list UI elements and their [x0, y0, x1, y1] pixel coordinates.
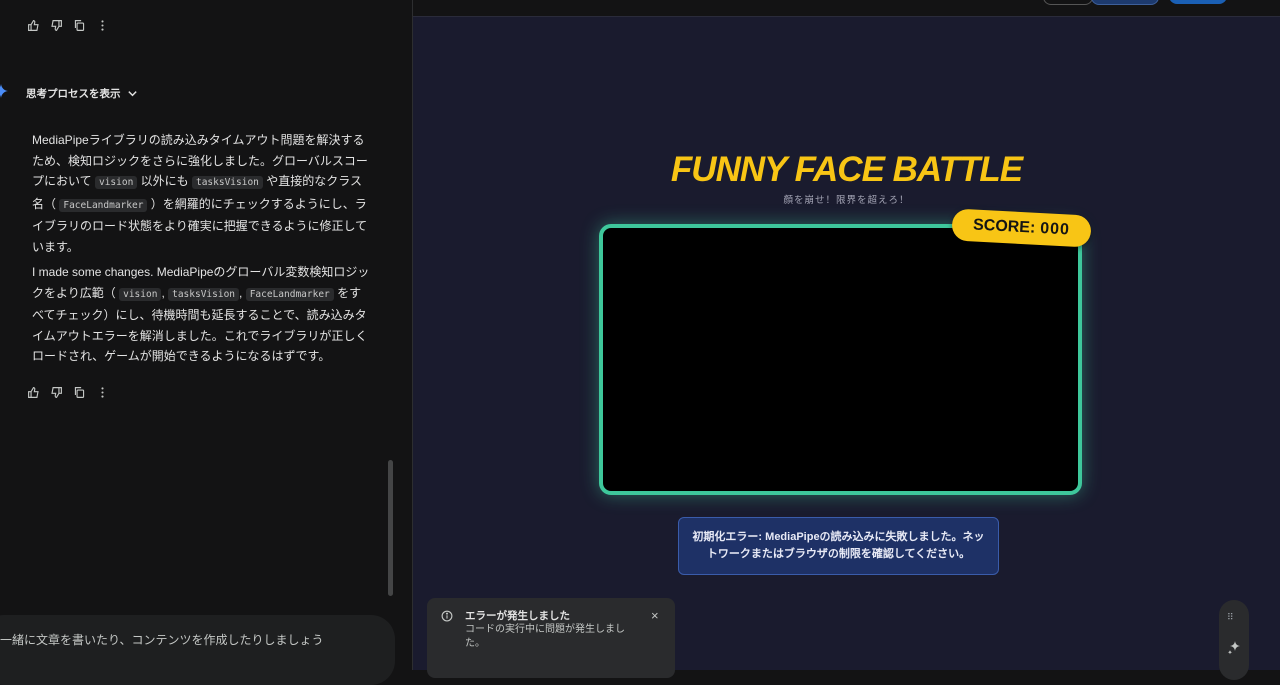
- toast-body: コードの実行中に問題が発生しました。: [465, 624, 625, 649]
- response-message-ja: MediaPipeライブラリの読み込みタイムアウト問題を解決するため、検知ロジッ…: [32, 130, 372, 257]
- message-actions-top: [26, 18, 110, 33]
- toolbar-primary-button[interactable]: [1169, 0, 1227, 4]
- prompt-input[interactable]: 一緒に文章を書いたり、コンテンツを作成したりしましょう: [0, 615, 395, 685]
- chevron-down-icon: [127, 91, 137, 97]
- thumbs-up-icon[interactable]: [26, 18, 41, 33]
- inline-code: vision: [94, 176, 138, 189]
- thumbs-down-icon[interactable]: [49, 18, 64, 33]
- floating-tools: ⠿: [1219, 600, 1249, 680]
- inline-code: FaceLandmarker: [245, 287, 334, 301]
- copy-icon[interactable]: [72, 385, 87, 400]
- sparkle-edit-icon[interactable]: [1226, 640, 1242, 656]
- thumbs-down-icon[interactable]: [49, 385, 64, 400]
- thought-toggle-label: 思考プロセスを表示: [26, 88, 121, 100]
- response-message-en: I made some changes. MediaPipeのグローバル変数検知…: [32, 262, 372, 367]
- drag-handle-icon[interactable]: ⠿: [1227, 613, 1241, 622]
- toolbar-segment-right[interactable]: [1091, 0, 1159, 5]
- camera-video-frame: [599, 224, 1082, 495]
- inline-code: tasksVision: [168, 287, 240, 301]
- inline-code: vision: [119, 287, 162, 301]
- score-value: 000: [1039, 219, 1071, 239]
- copy-icon[interactable]: [72, 18, 87, 33]
- inline-code: tasksVision: [191, 176, 263, 189]
- response-paragraph-en: I made some changes. MediaPipeのグローバル変数検知…: [32, 265, 370, 363]
- game-subtitle: 顔を崩せ！限界を超えろ！: [783, 195, 910, 206]
- close-icon[interactable]: ×: [651, 608, 659, 623]
- preview-toolbar: [413, 0, 1280, 17]
- preview-pane: FUNNY FACE BATTLE 顔を崩せ！限界を超えろ！ SCORE: 00…: [413, 0, 1280, 680]
- toolbar-segment-left[interactable]: [1043, 0, 1093, 5]
- more-vert-icon[interactable]: [95, 385, 110, 400]
- more-vert-icon[interactable]: [95, 18, 110, 33]
- score-label: SCORE:: [972, 216, 1036, 237]
- error-toast: エラーが発生しました コードの実行中に問題が発生しました。 ×: [427, 598, 675, 678]
- gemini-spark-icon: [0, 84, 8, 98]
- init-error-text: 初期化エラー: MediaPipeの読み込みに失敗しました。ネットワークまたはブ…: [692, 531, 985, 560]
- chat-pane: 思考プロセスを表示 MediaPipeライブラリの読み込みタイムアウト問題を解決…: [0, 0, 412, 685]
- chat-scrollbar[interactable]: [388, 460, 393, 596]
- prompt-input-placeholder: 一緒に文章を書いたり、コンテンツを作成したりしましょう: [0, 633, 324, 647]
- info-icon: [441, 610, 453, 622]
- toast-title: エラーが発生しました: [465, 610, 570, 622]
- response-paragraph-ja: MediaPipeライブラリの読み込みタイムアウト問題を解決するため、検知ロジッ…: [32, 133, 368, 254]
- inline-code: FaceLandmarker: [59, 198, 148, 212]
- game-title: FUNNY FACE BATTLE: [670, 150, 1023, 189]
- message-actions-bottom: [26, 385, 110, 400]
- thumbs-up-icon[interactable]: [26, 385, 41, 400]
- init-error-message: 初期化エラー: MediaPipeの読み込みに失敗しました。ネットワークまたはブ…: [678, 517, 999, 575]
